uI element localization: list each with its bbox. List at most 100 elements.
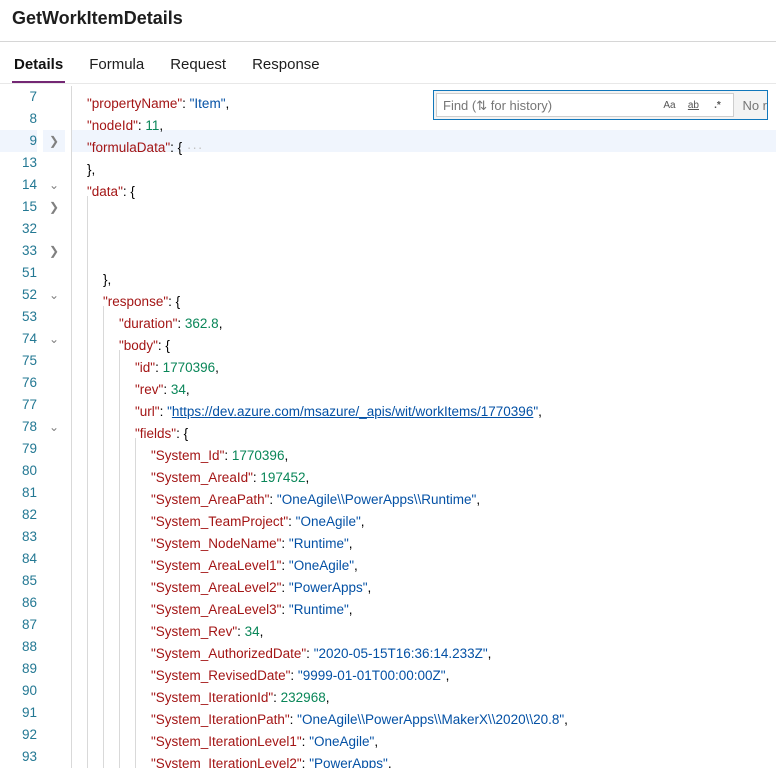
code-line: "System_AreaLevel3": "Runtime", (71, 592, 776, 614)
token: "formulaData" (87, 140, 170, 155)
code-line: "fields": { (71, 416, 776, 438)
code-content: "propertyName": "Item","nodeId": 11,"for… (65, 84, 776, 768)
code-line: "System_IterationLevel1": "OneAgile", (71, 724, 776, 746)
token: : (281, 602, 289, 617)
fold-expanded-icon[interactable]: ⌄ (43, 328, 65, 350)
fold-spacer (43, 636, 65, 658)
line-number: 9 (0, 130, 37, 152)
line-number: 14 (0, 174, 37, 196)
token: : (177, 316, 185, 331)
code-line: "System_IterationPath": "OneAgile\\Power… (71, 702, 776, 724)
line-number: 78 (0, 416, 37, 438)
fold-spacer (43, 614, 65, 636)
code-editor[interactable]: 7891314153233515253747576777879808182838… (0, 84, 776, 768)
token: , (349, 602, 353, 617)
token: ··· (182, 140, 203, 155)
code-line: "rev": 34, (71, 372, 776, 394)
fold-spacer (43, 108, 65, 130)
fold-spacer (43, 460, 65, 482)
code-line: "id": 1770396, (71, 350, 776, 372)
line-number: 33 (0, 240, 37, 262)
line-number: 93 (0, 746, 37, 768)
fold-expanded-icon[interactable]: ⌄ (43, 416, 65, 438)
tab-request[interactable]: Request (168, 50, 228, 84)
fold-spacer (43, 218, 65, 240)
line-number-gutter: 7891314153233515253747576777879808182838… (0, 84, 43, 768)
token: , (538, 404, 542, 419)
fold-spacer (43, 526, 65, 548)
token: , (225, 96, 229, 111)
find-widget: Aa ab .* No r (433, 90, 768, 120)
code-line: "System_AreaLevel2": "PowerApps", (71, 570, 776, 592)
token: , (476, 492, 480, 507)
line-number: 81 (0, 482, 37, 504)
find-input-wrap: Aa ab .* (436, 93, 734, 117)
line-number: 83 (0, 526, 37, 548)
fold-spacer (43, 86, 65, 108)
code-line: }, (71, 262, 776, 284)
code-line: "System_TeamProject": "OneAgile", (71, 504, 776, 526)
tab-formula[interactable]: Formula (87, 50, 146, 84)
line-number: 89 (0, 658, 37, 680)
fold-collapsed-icon[interactable]: ❯ (43, 130, 65, 152)
fold-spacer (43, 570, 65, 592)
fold-spacer (43, 152, 65, 174)
line-number: 52 (0, 284, 37, 306)
code-line: "System_Rev": 34, (71, 614, 776, 636)
header: GetWorkItemDetails (0, 0, 776, 35)
code-line: "System_AuthorizedDate": "2020-05-15T16:… (71, 636, 776, 658)
code-line: "formulaData": { ··· (71, 130, 776, 152)
token: , (215, 360, 219, 375)
token: , (219, 316, 223, 331)
code-line: "url": "https://dev.azure.com/msazure/_a… (71, 394, 776, 416)
line-number: 87 (0, 614, 37, 636)
fold-spacer (43, 394, 65, 416)
match-word-icon[interactable]: ab (682, 94, 704, 116)
fold-spacer (43, 262, 65, 284)
fold-spacer (43, 658, 65, 680)
fold-spacer (43, 306, 65, 328)
fold-spacer (43, 504, 65, 526)
fold-collapsed-icon[interactable]: ❯ (43, 240, 65, 262)
fold-spacer (43, 702, 65, 724)
find-input[interactable] (441, 97, 657, 114)
token: "System_IterationLevel2" (151, 756, 302, 768)
line-number: 85 (0, 570, 37, 592)
fold-expanded-icon[interactable]: ⌄ (43, 284, 65, 306)
token: , (488, 646, 492, 661)
fold-collapsed-icon[interactable]: ❯ (43, 196, 65, 218)
token: , (564, 712, 568, 727)
token: : { (123, 184, 135, 199)
tab-response[interactable]: Response (250, 50, 322, 84)
line-number: 15 (0, 196, 37, 218)
token: 362.8 (185, 316, 219, 331)
token: , (388, 756, 392, 768)
fold-spacer (43, 548, 65, 570)
line-number: 80 (0, 460, 37, 482)
code-line: "duration": 362.8, (71, 306, 776, 328)
fold-spacer (43, 724, 65, 746)
line-number: 75 (0, 350, 37, 372)
code-line (71, 196, 776, 218)
token: : { (170, 140, 182, 155)
fold-spacer (43, 372, 65, 394)
code-line: "System_IterationId": 232968, (71, 680, 776, 702)
match-case-icon[interactable]: Aa (658, 94, 680, 116)
tab-details[interactable]: Details (12, 50, 65, 84)
line-number: 77 (0, 394, 37, 416)
code-line: "data": { (71, 174, 776, 196)
fold-expanded-icon[interactable]: ⌄ (43, 174, 65, 196)
regex-icon[interactable]: .* (706, 94, 728, 116)
line-number: 51 (0, 262, 37, 284)
line-number: 88 (0, 636, 37, 658)
code-line: "response": { (71, 284, 776, 306)
line-number: 76 (0, 372, 37, 394)
fold-spacer (43, 438, 65, 460)
line-number: 74 (0, 328, 37, 350)
token: : (302, 756, 310, 768)
code-line: "System_IterationLevel2": "PowerApps", (71, 746, 776, 768)
tab-bar: Details Formula Request Response (0, 42, 776, 84)
token: , (361, 514, 365, 529)
code-line: "System_AreaId": 197452, (71, 460, 776, 482)
fold-spacer (43, 746, 65, 768)
